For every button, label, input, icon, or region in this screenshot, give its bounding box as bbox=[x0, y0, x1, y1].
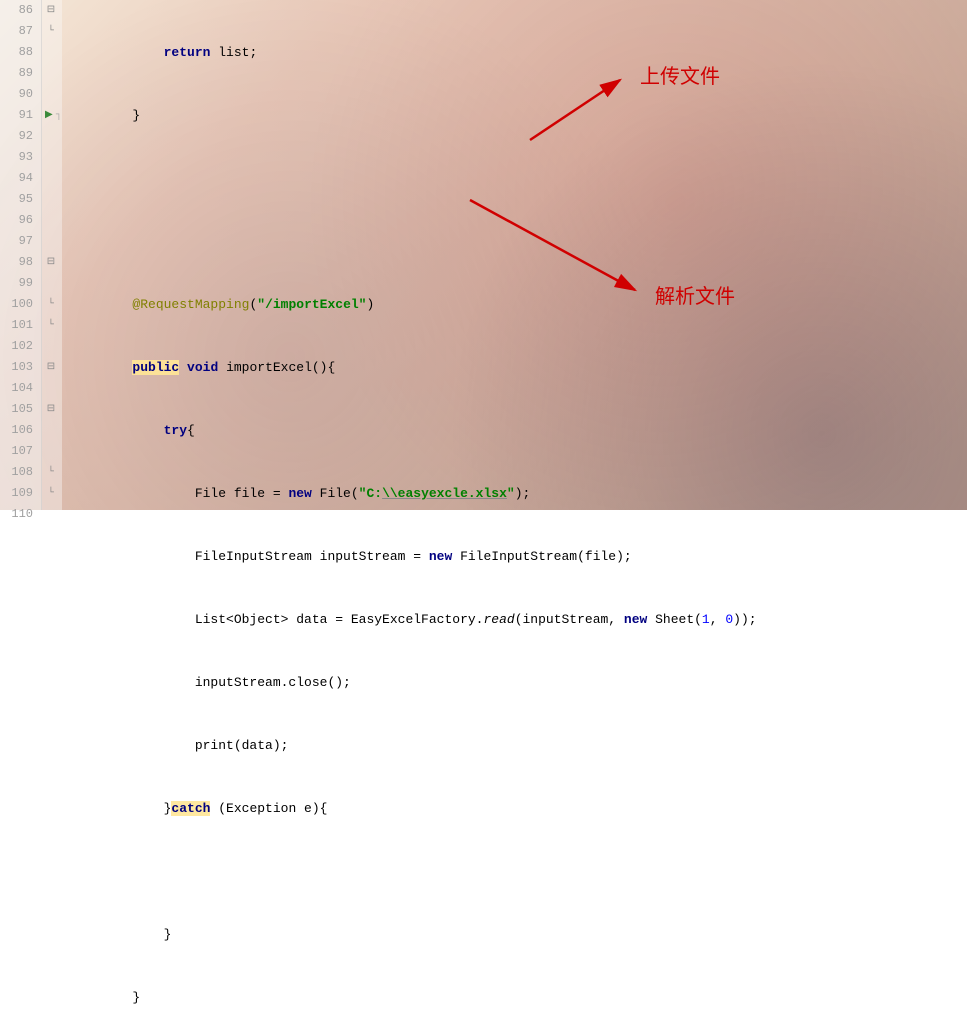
line-number: 86 bbox=[0, 0, 33, 21]
line-number: 98 bbox=[0, 252, 33, 273]
line-number-gutter: 8687888990919293949596979899100101102103… bbox=[0, 0, 42, 510]
line-number: 87 bbox=[0, 21, 33, 42]
line-number: 92 bbox=[0, 126, 33, 147]
code-line: } bbox=[62, 987, 967, 1008]
code-line: }catch (Exception e){ bbox=[62, 798, 967, 819]
line-number: 107 bbox=[0, 441, 33, 462]
code-editor[interactable]: 8687888990919293949596979899100101102103… bbox=[0, 0, 967, 510]
code-line: return list; bbox=[62, 42, 967, 63]
code-line: try{ bbox=[62, 420, 967, 441]
code-line: } bbox=[62, 105, 967, 126]
code-line: } bbox=[62, 924, 967, 945]
line-number: 110 bbox=[0, 504, 33, 525]
line-number: 94 bbox=[0, 168, 33, 189]
line-number: 105 bbox=[0, 399, 33, 420]
line-number: 104 bbox=[0, 378, 33, 399]
code-line: public void importExcel(){ bbox=[62, 357, 967, 378]
fold-column[interactable]: ⊟ └ ▶ ┐ ⊟ └ └ ⊟ ⊟ └ └ bbox=[42, 0, 62, 510]
line-number: 93 bbox=[0, 147, 33, 168]
code-line: print(data); bbox=[62, 735, 967, 756]
code-line bbox=[62, 231, 967, 252]
line-number: 95 bbox=[0, 189, 33, 210]
line-number: 101 bbox=[0, 315, 33, 336]
code-line bbox=[62, 168, 967, 189]
code-line: @RequestMapping("/importExcel") bbox=[62, 294, 967, 315]
line-number: 106 bbox=[0, 420, 33, 441]
line-number: 102 bbox=[0, 336, 33, 357]
code-line: inputStream.close(); bbox=[62, 672, 967, 693]
line-number: 88 bbox=[0, 42, 33, 63]
line-number: 96 bbox=[0, 210, 33, 231]
code-line: FileInputStream inputStream = new FileIn… bbox=[62, 546, 967, 567]
line-number: 97 bbox=[0, 231, 33, 252]
code-line bbox=[62, 861, 967, 882]
line-number: 90 bbox=[0, 84, 33, 105]
code-line: File file = new File("C:\\easyexcle.xlsx… bbox=[62, 483, 967, 504]
code-line: List<Object> data = EasyExcelFactory.rea… bbox=[62, 609, 967, 630]
line-number: 109 bbox=[0, 483, 33, 504]
code-area[interactable]: return list; } @RequestMapping("/importE… bbox=[62, 0, 967, 510]
line-number: 103 bbox=[0, 357, 33, 378]
line-number: 100 bbox=[0, 294, 33, 315]
line-number: 108 bbox=[0, 462, 33, 483]
line-number: 89 bbox=[0, 63, 33, 84]
line-number: 99 bbox=[0, 273, 33, 294]
line-number: 91 bbox=[0, 105, 33, 126]
